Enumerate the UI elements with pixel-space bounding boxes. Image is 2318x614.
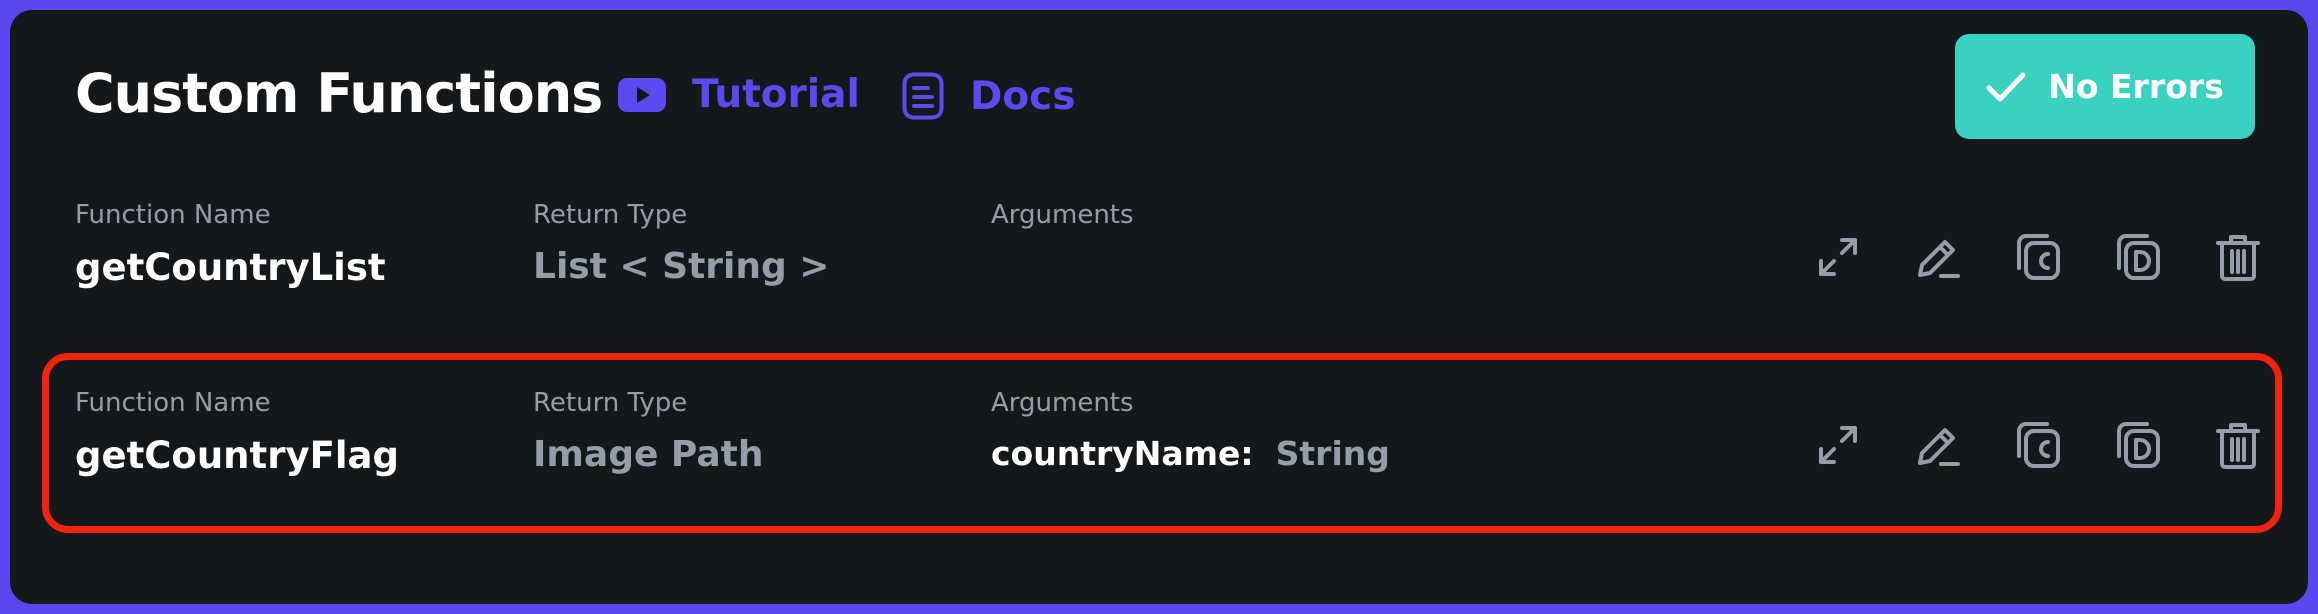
status-label: No Errors [2048,67,2224,106]
row-actions [1765,418,2265,472]
return-type-label: Return Type [533,200,688,230]
arguments-label: Arguments [991,388,1134,418]
return-type: Image Path [533,434,764,475]
copy-c-icon[interactable] [2011,230,2065,284]
tutorial-link[interactable]: Tutorial [618,72,860,117]
tutorial-label: Tutorial [692,72,860,117]
arguments-label: Arguments [991,200,1134,230]
page-title: Custom Functions [75,62,603,125]
function-name-label: Function Name [75,200,271,230]
custom-functions-panel: Custom Functions Tutorial Docs No Errors… [10,10,2308,604]
check-icon [1986,71,2026,103]
trash-icon[interactable] [2211,418,2265,472]
expand-icon[interactable] [1811,230,1865,284]
edit-icon[interactable] [1911,230,1965,284]
return-type-label: Return Type [533,388,688,418]
return-type: List < String > [533,246,830,287]
trash-icon[interactable] [2211,230,2265,284]
document-icon [902,72,944,120]
argument-name: countryName: [991,434,1254,473]
youtube-icon [618,77,666,112]
docs-label: Docs [970,73,1076,119]
argument-type: String [1275,434,1390,473]
function-row-selected[interactable]: Function Name getCountryFlag Return Type… [42,353,2282,538]
function-row[interactable]: Function Name getCountryList Return Type… [75,200,2265,350]
function-name: getCountryList [75,246,386,289]
docs-link[interactable]: Docs [902,72,1076,120]
function-name-label: Function Name [75,388,271,418]
copy-d-icon[interactable] [2111,418,2165,472]
edit-icon[interactable] [1911,418,1965,472]
argument-item: countryName: String [991,434,1390,473]
copy-c-icon[interactable] [2011,418,2065,472]
no-errors-button[interactable]: No Errors [1955,34,2255,139]
copy-d-icon[interactable] [2111,230,2165,284]
function-name: getCountryFlag [75,434,399,477]
row-actions [1765,230,2265,284]
expand-icon[interactable] [1811,418,1865,472]
